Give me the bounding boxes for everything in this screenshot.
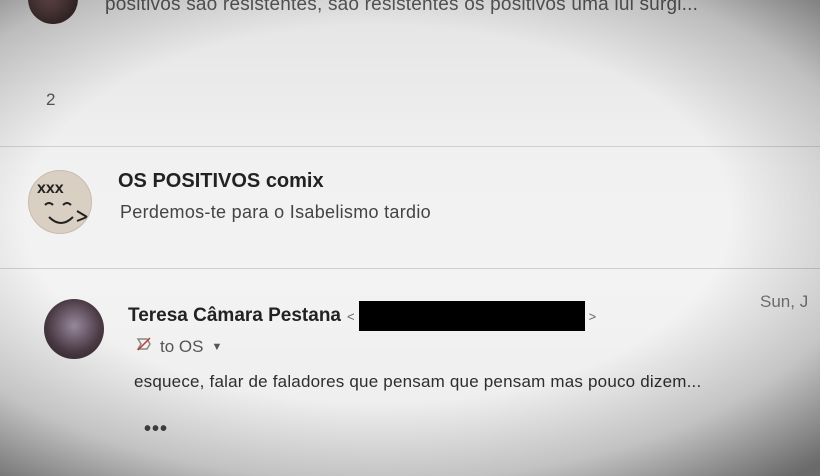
- divider: [0, 268, 820, 269]
- sender-line: Teresa Câmara Pestana < >: [128, 301, 596, 331]
- chevron-down-icon[interactable]: ▼: [211, 341, 222, 353]
- previous-message-snippet[interactable]: positivos são resistentes, são resistent…: [105, 0, 698, 16]
- redacted-email: [358, 301, 585, 331]
- comic-face-icon: xxx: [37, 180, 90, 224]
- show-trimmed-content-button[interactable]: •••: [144, 418, 168, 441]
- comix-sender-name[interactable]: OS POSITIVOS comix: [118, 170, 324, 193]
- recipients-text: to OS: [160, 336, 204, 356]
- email-open-bracket: <: [347, 308, 355, 324]
- message-date: Sun, J: [760, 292, 809, 311]
- teresa-avatar: [44, 299, 104, 359]
- comix-message-snippet[interactable]: Perdemos-te para o Isabelismo tardio: [120, 202, 431, 223]
- message-body: esquece, falar de faladores que pensam q…: [134, 372, 702, 391]
- sender-avatar-top: [28, 0, 78, 24]
- email-thread-screen: positivos são resistentes, são resistent…: [0, 0, 820, 476]
- divider: [0, 146, 820, 147]
- recipients-line[interactable]: to OS ▼: [136, 336, 222, 357]
- email-close-bracket: >: [588, 308, 597, 324]
- collapsed-count[interactable]: 2: [46, 90, 55, 110]
- comix-avatar: xxx: [28, 170, 92, 234]
- importance-marker-icon[interactable]: [136, 336, 152, 357]
- teresa-sender-name[interactable]: Teresa Câmara Pestana: [128, 305, 341, 327]
- svg-text:xxx: xxx: [37, 180, 64, 197]
